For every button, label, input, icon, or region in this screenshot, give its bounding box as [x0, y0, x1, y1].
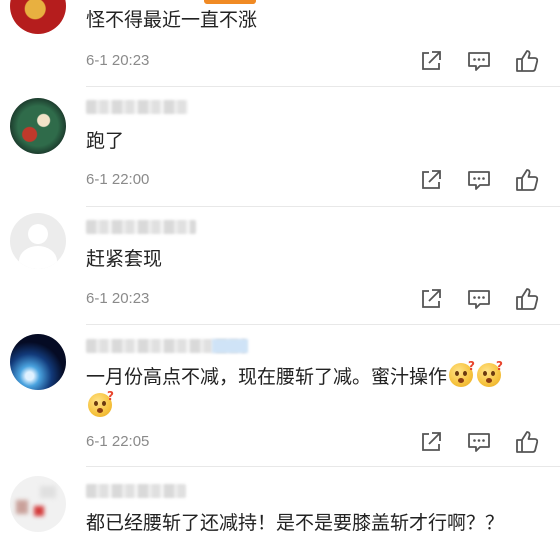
- comment-icon[interactable]: [466, 167, 492, 193]
- comment-time: 6-1 22:05: [86, 433, 150, 450]
- comment-actions: [418, 167, 548, 193]
- avatar[interactable]: [10, 334, 66, 390]
- comment-time: 6-1 20:23: [86, 290, 150, 307]
- comment-actions: [418, 286, 548, 312]
- thumbs-up-icon[interactable]: [514, 286, 540, 312]
- divider: [86, 206, 560, 207]
- comment-icon[interactable]: [466, 48, 492, 74]
- avatar[interactable]: [10, 213, 66, 269]
- share-icon[interactable]: [418, 167, 444, 193]
- avatar[interactable]: [10, 98, 66, 154]
- share-icon[interactable]: [418, 48, 444, 74]
- share-icon[interactable]: [418, 286, 444, 312]
- username-badge-blurred: [212, 339, 248, 353]
- comment-text-line: 一月份高点不减，现在腰斩了减。蜜汁操作: [86, 366, 448, 388]
- comment-text: 赶紧套现: [86, 248, 163, 270]
- comment-actions: [418, 429, 548, 455]
- comment-text: 跑了: [86, 130, 125, 152]
- comment-text: 怪不得最近一直不涨: [86, 9, 258, 31]
- header-accent: [204, 0, 256, 4]
- share-icon[interactable]: [418, 429, 444, 455]
- username-blurred[interactable]: [86, 220, 196, 234]
- comment-text-line-2: ?: [86, 390, 114, 422]
- comment-icon[interactable]: [466, 429, 492, 455]
- emoji-icon: ?: [88, 390, 114, 417]
- divider: [86, 86, 560, 87]
- divider: [86, 324, 560, 325]
- divider: [86, 466, 560, 467]
- thumbs-up-icon[interactable]: [514, 48, 540, 74]
- comment-time: 6-1 22:00: [86, 171, 150, 188]
- username-blurred[interactable]: [86, 100, 188, 114]
- comment-text: 一月份高点不减，现在腰斩了减。蜜汁操作??: [86, 360, 503, 392]
- comment-text: 都已经腰斩了还减持！是不是要膝盖斩才行啊？？: [86, 512, 505, 534]
- avatar[interactable]: [10, 476, 66, 532]
- username-blurred[interactable]: [86, 484, 186, 498]
- thumbs-up-icon[interactable]: [514, 429, 540, 455]
- comment-time: 6-1 20:23: [86, 52, 150, 69]
- avatar[interactable]: [10, 0, 66, 34]
- comment-actions: [418, 48, 548, 74]
- emoji-icon: ?: [449, 360, 475, 387]
- thumbs-up-icon[interactable]: [514, 167, 540, 193]
- emoji-icon: ?: [477, 360, 503, 387]
- comment-icon[interactable]: [466, 286, 492, 312]
